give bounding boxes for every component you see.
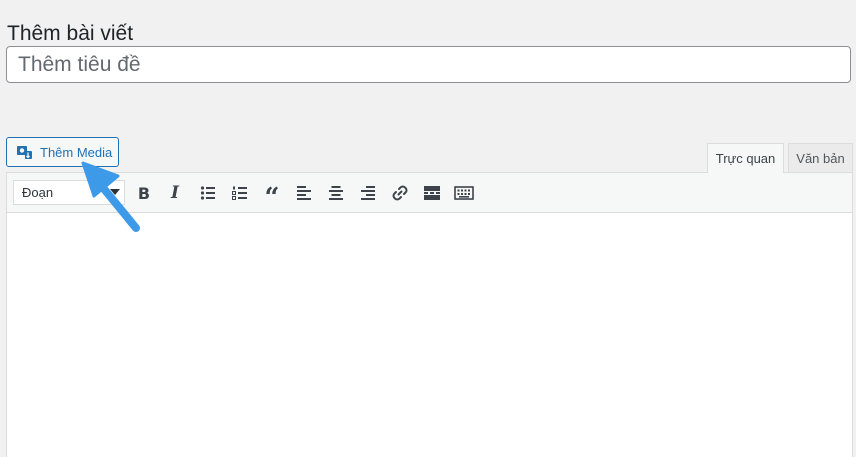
numbered-list-icon: [232, 186, 247, 200]
chevron-down-icon: [110, 189, 120, 195]
numbered-list-button[interactable]: [228, 181, 252, 205]
bulleted-list-button[interactable]: [196, 181, 220, 205]
format-select-value: Đoạn: [22, 185, 54, 200]
tab-text-label: Văn bản: [796, 150, 845, 166]
toolbar-toggle-button[interactable]: [452, 181, 476, 205]
format-select[interactable]: Đoạn: [13, 180, 125, 205]
tab-visual-label: Trực quan: [715, 151, 776, 166]
align-left-icon: [297, 186, 311, 200]
post-title-input[interactable]: [6, 46, 851, 83]
post-editor-page: Thêm bài viết Thêm Media Trực quan Văn b…: [0, 0, 856, 457]
link-icon: [392, 185, 408, 201]
editor-container: Đoạn B I “: [6, 172, 853, 457]
add-media-label: Thêm Media: [40, 144, 113, 160]
bulleted-list-icon: [200, 186, 215, 200]
align-center-button[interactable]: [324, 181, 348, 205]
blockquote-button[interactable]: “: [260, 181, 284, 211]
editor-toolbar: Đoạn B I “: [7, 173, 852, 213]
keyboard-icon: [454, 186, 474, 200]
align-center-icon: [329, 186, 343, 200]
read-more-icon: [424, 186, 440, 200]
tab-visual[interactable]: Trực quan: [707, 143, 784, 173]
align-left-button[interactable]: [292, 181, 316, 205]
editor-content-area[interactable]: [7, 213, 852, 457]
align-right-button[interactable]: [356, 181, 380, 205]
add-media-icon: [16, 143, 34, 161]
insert-link-button[interactable]: [388, 181, 412, 205]
italic-button[interactable]: I: [163, 181, 187, 205]
page-title: Thêm bài viết: [7, 22, 134, 46]
align-right-icon: [361, 186, 375, 200]
add-media-button[interactable]: Thêm Media: [6, 137, 119, 167]
read-more-button[interactable]: [420, 181, 444, 205]
tab-text[interactable]: Văn bản: [788, 143, 853, 172]
bold-button[interactable]: B: [132, 181, 156, 205]
